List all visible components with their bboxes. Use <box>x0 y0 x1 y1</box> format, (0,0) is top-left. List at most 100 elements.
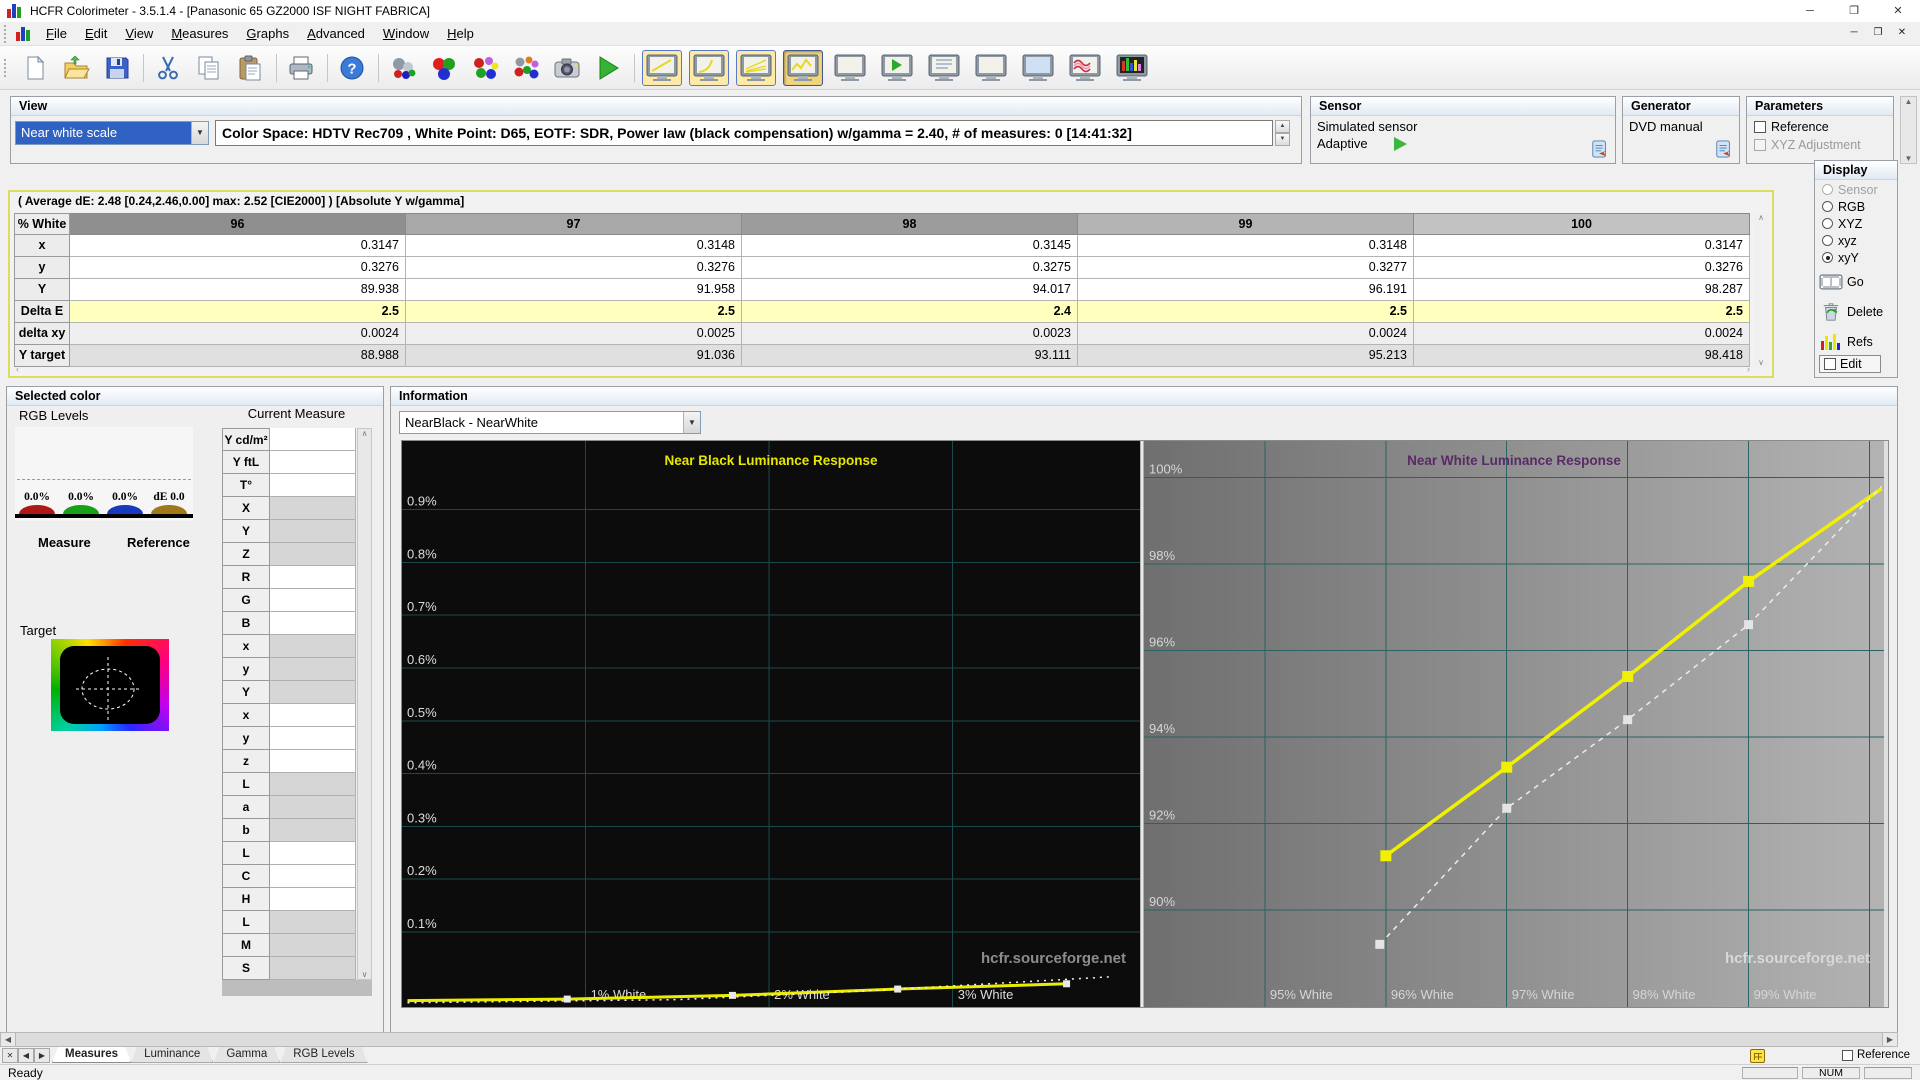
print-icon[interactable] <box>284 51 318 85</box>
grid-value-cell[interactable]: 0.3147 <box>1414 235 1750 257</box>
radio-xyz[interactable]: XYZ <box>1815 214 1897 231</box>
sensor-config-icon[interactable] <box>1591 140 1609 160</box>
tab-gamma[interactable]: Gamma <box>213 1047 280 1063</box>
scroll-down-icon[interactable]: ∨ <box>362 970 368 979</box>
scroll-down-icon[interactable]: ▼ <box>1905 154 1913 163</box>
grid-value-cell[interactable]: 98.287 <box>1414 279 1750 301</box>
grid-value-cell[interactable]: 0.3277 <box>1078 257 1414 279</box>
monitor-luminance-view-icon[interactable] <box>783 50 823 86</box>
monitor-play-view-icon[interactable] <box>877 50 917 86</box>
grid-value-cell[interactable]: 2.5 <box>70 301 406 323</box>
radio-button[interactable] <box>1822 184 1833 195</box>
current-measure-scrollbar[interactable]: ∧∨ <box>357 428 372 980</box>
monitor-plain-view-icon-2[interactable] <box>971 50 1011 86</box>
tab-measures[interactable]: Measures <box>52 1047 131 1063</box>
spheres-rgb-icon[interactable] <box>468 51 502 85</box>
spinner-up-icon[interactable]: ▲ <box>1275 120 1290 133</box>
view-selector-dropdown[interactable]: Near white scale ▼ <box>15 121 209 145</box>
menu-edit[interactable]: Edit <box>76 22 116 46</box>
grid-value-cell[interactable]: 96.191 <box>1078 279 1414 301</box>
scroll-up-icon[interactable]: ▲ <box>1905 97 1913 106</box>
monitor-report-view-icon[interactable] <box>924 50 964 86</box>
new-document-icon[interactable] <box>18 51 52 85</box>
menu-graphs[interactable]: Graphs <box>237 22 298 46</box>
sensor-run-icon[interactable] <box>1394 137 1407 151</box>
grid-value-cell[interactable]: 0.3148 <box>1078 235 1414 257</box>
scroll-left-icon[interactable]: ‹ <box>16 364 19 374</box>
tab-scroll-left-icon[interactable]: ◀ <box>18 1048 34 1063</box>
run-measures-icon[interactable] <box>591 51 625 85</box>
snapshot-camera-icon[interactable] <box>550 51 584 85</box>
grid-value-cell[interactable]: 0.3147 <box>70 235 406 257</box>
go-button[interactable]: Go <box>1815 265 1897 295</box>
radio-button[interactable] <box>1822 218 1833 229</box>
delete-button[interactable]: Delete <box>1815 295 1897 325</box>
spinner-down-icon[interactable]: ▼ <box>1275 133 1290 146</box>
grid-value-cell[interactable]: 89.938 <box>70 279 406 301</box>
monitor-rgb-levels-view-icon[interactable] <box>736 50 776 86</box>
close-button[interactable]: ✕ <box>1876 0 1920 22</box>
column-header-98[interactable]: 98 <box>742 213 1078 235</box>
monitor-cie-view-icon[interactable] <box>1018 50 1058 86</box>
radio-xyy[interactable]: xyY <box>1815 248 1897 265</box>
grid-value-cell[interactable]: 88.988 <box>70 345 406 367</box>
grid-value-cell[interactable]: 0.3276 <box>406 257 742 279</box>
reference-checkbox-row[interactable]: Reference <box>1747 116 1893 134</box>
grid-value-cell[interactable]: 2.5 <box>1078 301 1414 323</box>
menu-file[interactable]: File <box>37 22 76 46</box>
column-header-99[interactable]: 99 <box>1078 213 1414 235</box>
grid-value-cell[interactable]: 0.0025 <box>406 323 742 345</box>
column-header-100[interactable]: 100 <box>1414 213 1750 235</box>
spheres-multi-icon[interactable] <box>509 51 543 85</box>
grid-value-cell[interactable]: 0.3275 <box>742 257 1078 279</box>
scroll-down-icon[interactable]: ∨ <box>1758 358 1764 367</box>
information-view-dropdown[interactable]: NearBlack - NearWhite ▼ <box>399 411 701 434</box>
cut-icon[interactable] <box>151 51 185 85</box>
radio-button[interactable] <box>1822 235 1833 246</box>
grid-value-cell[interactable]: 98.418 <box>1414 345 1750 367</box>
measure-count-spinner[interactable]: ▲▼ <box>1275 120 1290 146</box>
edit-checkbox-row[interactable]: Edit <box>1819 355 1881 373</box>
refs-button[interactable]: Refs <box>1815 325 1897 355</box>
grid-value-cell[interactable]: 0.3145 <box>742 235 1078 257</box>
open-folder-icon[interactable] <box>59 51 93 85</box>
monitor-gamma-view-icon[interactable] <box>689 50 729 86</box>
scroll-right-icon[interactable]: ▶ <box>1882 1032 1898 1047</box>
grid-value-cell[interactable]: 0.0024 <box>1414 323 1750 345</box>
grid-value-cell[interactable]: 0.0023 <box>742 323 1078 345</box>
radio-button[interactable] <box>1822 252 1833 263</box>
reference-checkbox[interactable] <box>1842 1050 1853 1061</box>
grid-value-cell[interactable]: 94.017 <box>742 279 1078 301</box>
grid-value-cell[interactable]: 0.0024 <box>70 323 406 345</box>
grid-value-cell[interactable]: 0.3148 <box>406 235 742 257</box>
copy-icon[interactable] <box>192 51 226 85</box>
column-header-96[interactable]: 96 <box>70 213 406 235</box>
save-icon[interactable] <box>100 51 134 85</box>
grid-value-cell[interactable]: 0.3276 <box>70 257 406 279</box>
panels-scrollbar[interactable]: ▲▼ <box>1900 96 1917 164</box>
column-header-97[interactable]: 97 <box>406 213 742 235</box>
menu-view[interactable]: View <box>116 22 162 46</box>
paste-icon[interactable] <box>233 51 267 85</box>
balloons-rgb-icon[interactable] <box>427 51 461 85</box>
scroll-up-icon[interactable]: ∧ <box>362 429 368 438</box>
horizontal-scrollbar[interactable]: ◀ ▶ <box>0 1032 1898 1047</box>
monitor-colorbars-view-icon[interactable] <box>1112 50 1152 86</box>
chevron-down-icon[interactable]: ▼ <box>683 412 700 433</box>
grid-value-cell[interactable]: 2.5 <box>406 301 742 323</box>
grid-value-cell[interactable]: 91.036 <box>406 345 742 367</box>
measurement-grid-vscrollbar[interactable]: ∧∨ <box>1754 213 1768 367</box>
spheres-gray-icon[interactable] <box>386 51 420 85</box>
grid-value-cell[interactable]: 91.958 <box>406 279 742 301</box>
tab-close-icon[interactable]: ✕ <box>2 1048 18 1063</box>
monitor-spectrum-view-icon[interactable] <box>1065 50 1105 86</box>
grid-value-cell[interactable]: 93.111 <box>742 345 1078 367</box>
reference-checkbox[interactable] <box>1754 121 1766 133</box>
mdi-restore-button[interactable]: ❐ <box>1868 24 1888 42</box>
restore-button[interactable]: ❐ <box>1832 0 1876 22</box>
help-icon[interactable]: ? <box>335 51 369 85</box>
reference-checkbox-row[interactable]: Reference <box>1842 1049 1910 1061</box>
grid-value-cell[interactable]: 2.4 <box>742 301 1078 323</box>
grid-value-cell[interactable]: 95.213 <box>1078 345 1414 367</box>
tab-scroll-right-icon[interactable]: ▶ <box>34 1048 50 1063</box>
